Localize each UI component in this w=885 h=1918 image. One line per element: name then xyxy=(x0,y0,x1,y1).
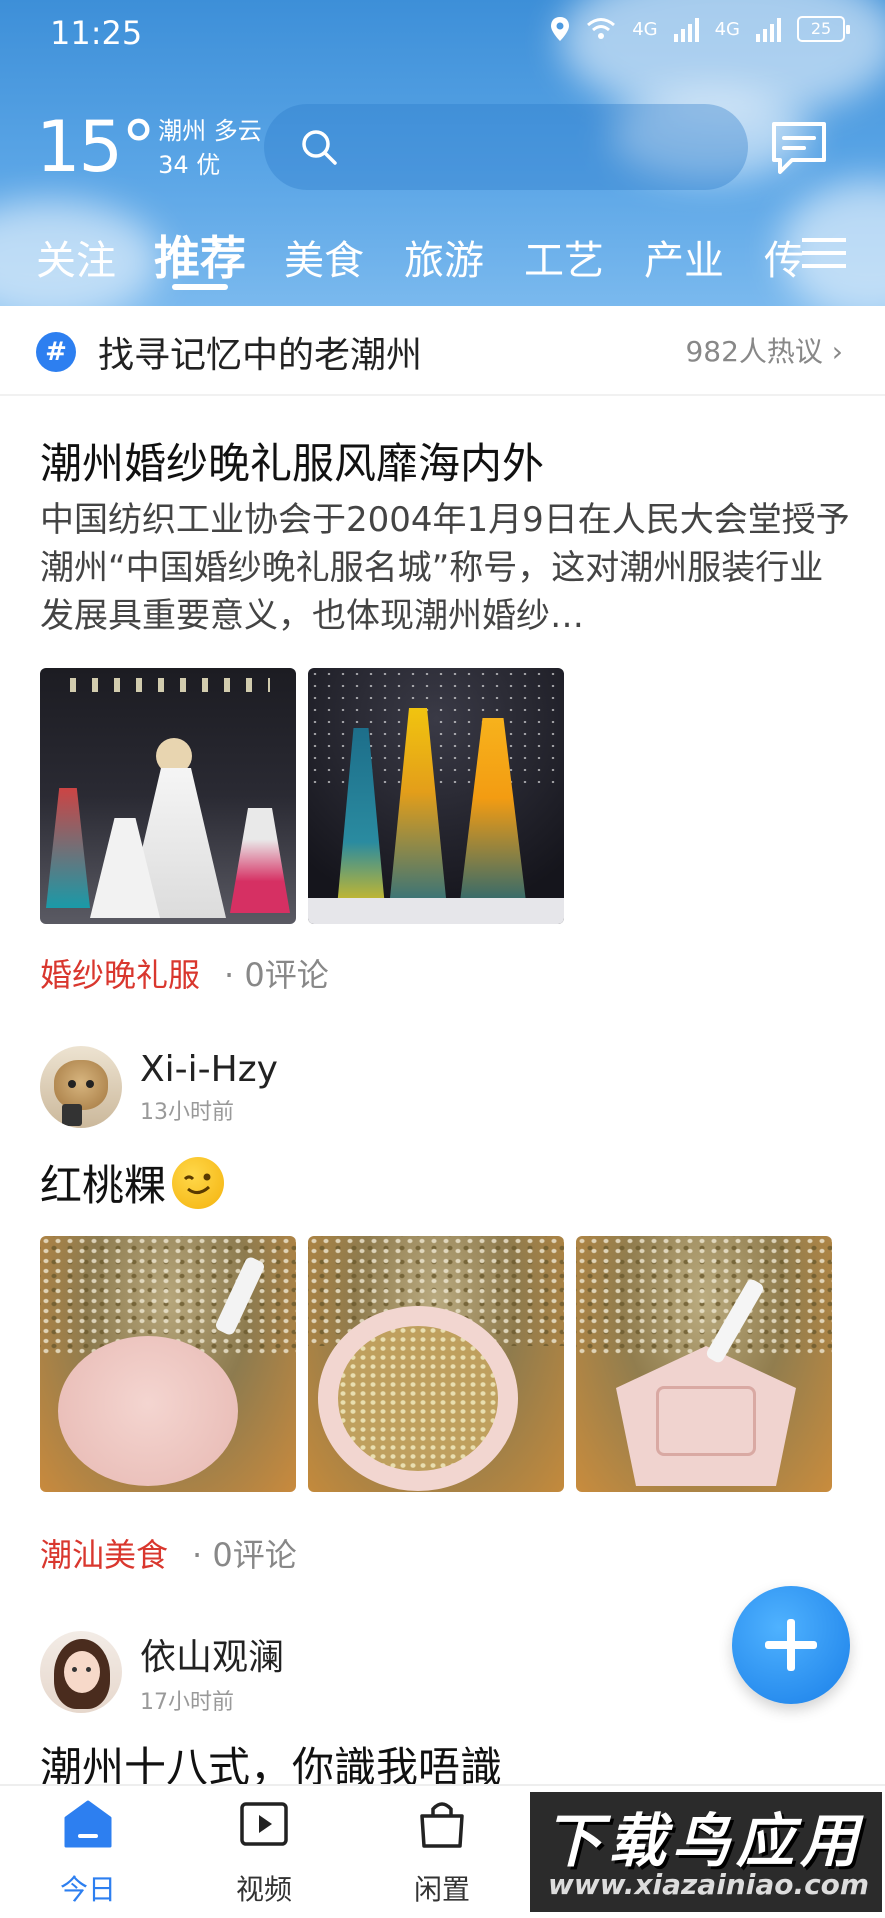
nav-secondhand[interactable]: 闲置 xyxy=(382,1796,502,1908)
active-tab-indicator xyxy=(172,284,228,290)
post-title-text: 红桃粿 xyxy=(40,1161,167,1210)
category-tag[interactable]: 潮汕美食 xyxy=(40,1536,168,1574)
bridal-runway-photo[interactable] xyxy=(40,668,296,924)
tab-recommend[interactable]: 推荐 xyxy=(154,222,246,288)
status-bar: 11:25 4G 4G 25 xyxy=(0,0,885,64)
weather-location-line: 潮州 多云 xyxy=(158,114,262,148)
post-images xyxy=(40,1236,832,1492)
watermark: 下载鸟应用 www.xiazainiao.com xyxy=(530,1792,882,1912)
signal-bars-icon xyxy=(673,16,699,42)
status-time: 11:25 xyxy=(50,14,143,52)
signal-label-1: 4G xyxy=(632,18,658,40)
tab-follow[interactable]: 关注 xyxy=(36,228,116,286)
comment-count[interactable]: · 0评论 xyxy=(224,956,329,994)
watermark-url: www.xiazainiao.com xyxy=(548,1868,870,1901)
weather-temperature: 15° xyxy=(36,106,156,188)
weather-widget[interactable]: 15° 潮州 多云 34 优 xyxy=(36,112,262,182)
signal-label-2: 4G xyxy=(714,18,740,40)
watermark-main-text: 下载鸟应用 xyxy=(544,1807,865,1875)
author-name[interactable]: 依山观澜 xyxy=(140,1628,284,1680)
topic-title: 找寻记忆中的老潮州 xyxy=(98,335,423,376)
evening-gown-runway-photo[interactable] xyxy=(308,668,564,924)
winking-face-icon xyxy=(172,1156,225,1209)
menu-icon[interactable] xyxy=(802,236,846,270)
author-info: Xi-i-Hzy 13小时前 xyxy=(140,1049,278,1126)
chevron-right-icon: › xyxy=(831,335,843,368)
battery-icon: 25 xyxy=(797,16,850,42)
category-tabs: 关注 推荐 美食 旅游 工艺 产业 传 xyxy=(0,222,885,292)
nav-label: 闲置 xyxy=(413,1873,470,1906)
nav-video[interactable]: 视频 xyxy=(204,1796,324,1908)
avatar[interactable] xyxy=(40,1046,122,1128)
hot-topic-row[interactable]: # 找寻记忆中的老潮州 982人热议 › xyxy=(0,306,885,396)
search-bar[interactable] xyxy=(264,104,748,190)
nav-label: 今日 xyxy=(59,1873,116,1906)
post-title[interactable]: 红桃粿 xyxy=(40,1152,225,1213)
tab-craft[interactable]: 工艺 xyxy=(524,228,604,286)
post-author[interactable]: 依山观澜 17小时前 xyxy=(40,1628,284,1716)
video-icon xyxy=(240,1802,288,1846)
wifi-icon xyxy=(587,18,616,39)
hashtag-icon: # xyxy=(36,332,76,372)
filled-dough-cup[interactable] xyxy=(308,1236,564,1492)
avatar[interactable] xyxy=(40,1631,122,1713)
search-icon xyxy=(302,130,337,165)
comment-count[interactable]: · 0评论 xyxy=(192,1536,297,1574)
topic-count-text: 982人热议 xyxy=(685,335,823,368)
article-images xyxy=(40,668,564,924)
post-time: 13小时前 xyxy=(140,1099,234,1125)
article-title[interactable]: 潮州婚纱晚礼服风靡海内外 xyxy=(40,430,544,491)
post-time: 17小时前 xyxy=(140,1690,234,1715)
author-name[interactable]: Xi-i-Hzy xyxy=(140,1049,278,1090)
post-meta: 潮汕美食 · 0评论 xyxy=(40,1530,297,1576)
add-post-button[interactable] xyxy=(732,1586,850,1704)
status-icons: 4G 4G 25 xyxy=(550,16,850,42)
author-info: 依山观澜 17小时前 xyxy=(140,1628,284,1716)
nav-label: 视频 xyxy=(235,1873,292,1906)
header-area: 11:25 4G 4G 25 15° 潮州 多云 34 优 关注 推荐 美食 旅… xyxy=(0,0,885,306)
category-tag[interactable]: 婚纱晚礼服 xyxy=(40,956,200,994)
weather-aqi: 34 优 xyxy=(158,151,221,179)
weather-condition: 多云 xyxy=(213,117,262,145)
tab-partial[interactable]: 传 xyxy=(764,228,804,286)
topic-discussion-count: 982人热议 › xyxy=(685,330,843,370)
weather-details: 潮州 多云 34 优 xyxy=(158,114,262,182)
post-author[interactable]: Xi-i-Hzy 13小时前 xyxy=(40,1046,278,1128)
nav-today[interactable]: 今日 xyxy=(28,1796,148,1908)
location-icon xyxy=(551,17,570,41)
rice-mixture-pink-bowl[interactable] xyxy=(40,1236,296,1492)
article-summary[interactable]: 中国纺织工业协会于2004年1月9日在人民大会堂授予潮州“中国婚纱晚礼服名城”称… xyxy=(40,496,850,640)
article-meta: 婚纱晚礼服 · 0评论 xyxy=(40,950,329,996)
peach-mold-dough[interactable] xyxy=(576,1236,832,1492)
home-icon xyxy=(64,1800,112,1848)
tab-industry[interactable]: 产业 xyxy=(644,228,724,286)
message-icon[interactable] xyxy=(768,118,830,180)
signal-bars-icon xyxy=(756,16,781,42)
bag-icon xyxy=(420,1802,464,1848)
weather-city: 潮州 xyxy=(158,117,207,145)
tab-food[interactable]: 美食 xyxy=(284,228,364,286)
tab-travel[interactable]: 旅游 xyxy=(404,228,484,286)
